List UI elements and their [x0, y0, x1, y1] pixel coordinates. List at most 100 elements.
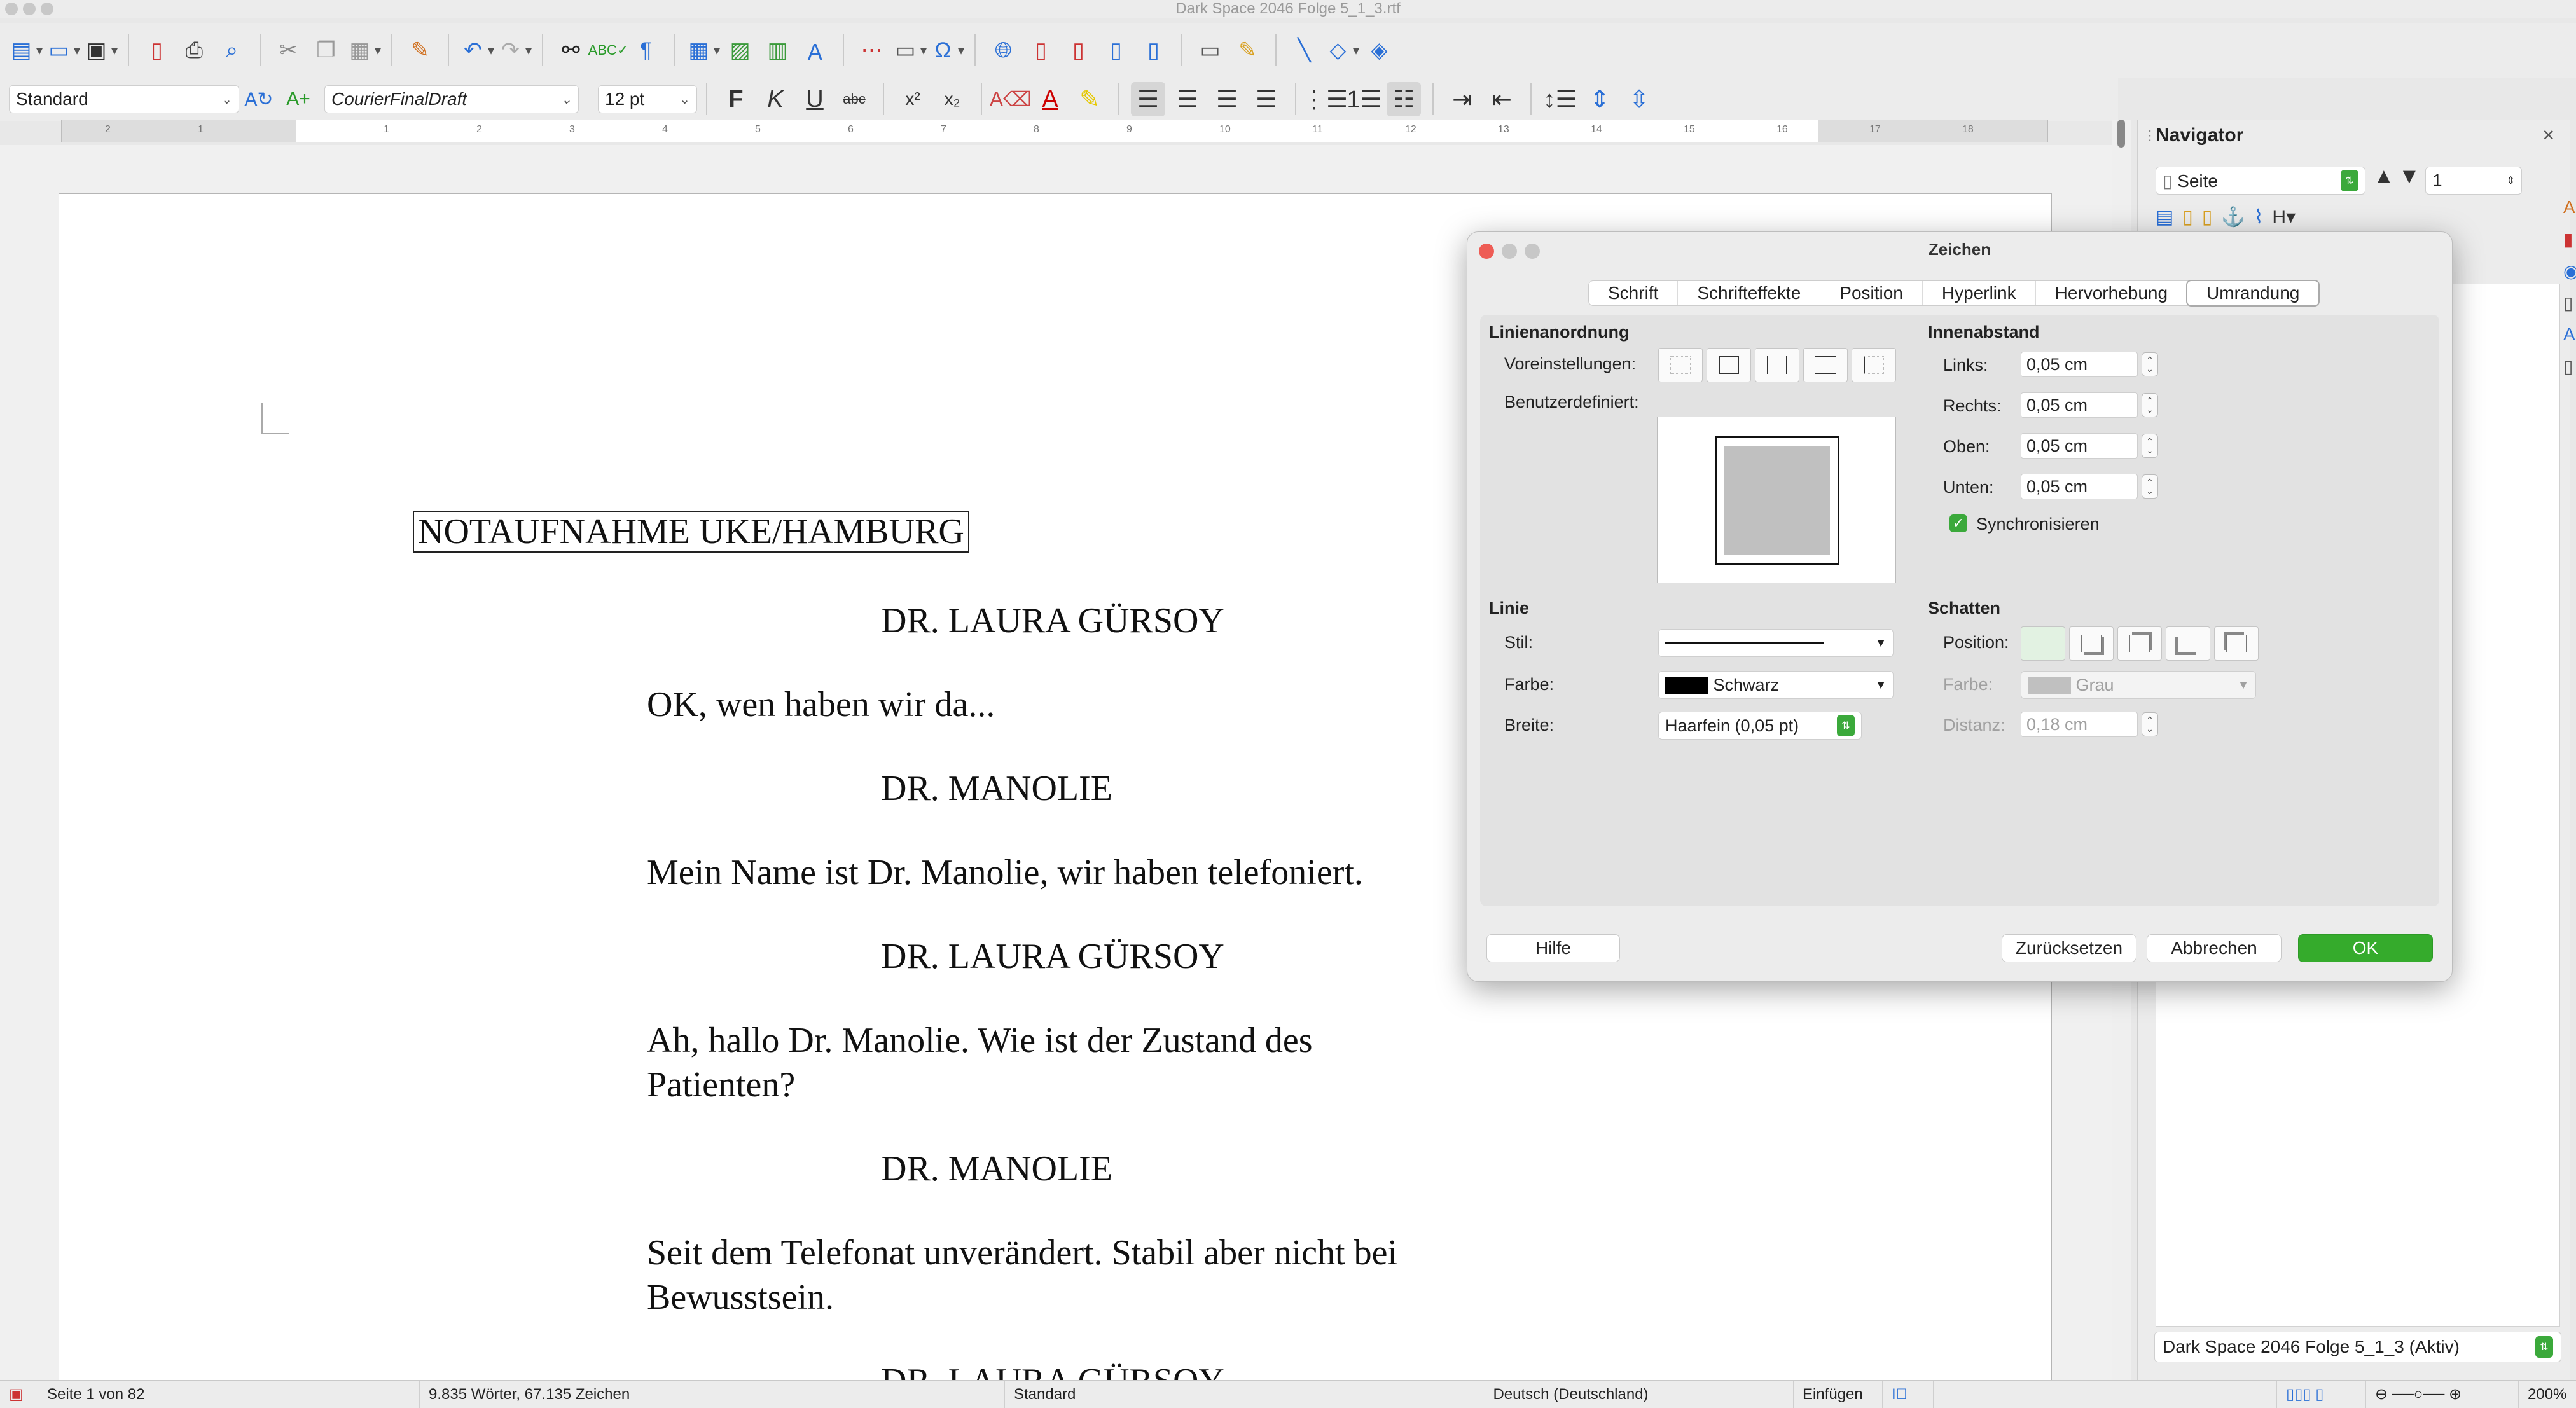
- page-count[interactable]: Seite 1 von 82: [38, 1380, 420, 1408]
- document-select[interactable]: Dark Space 2046 Folge 5_1_3 (Aktiv) ⇅: [2154, 1332, 2561, 1362]
- help-button[interactable]: Hilfe: [1486, 934, 1620, 962]
- word-count[interactable]: 9.835 Wörter, 67.135 Zeichen: [420, 1380, 1005, 1408]
- font-color-button[interactable]: A: [1033, 82, 1067, 116]
- insert-mode[interactable]: Einfügen: [1794, 1380, 1883, 1408]
- undo-button[interactable]: ↶: [459, 31, 494, 70]
- tab-umrandung[interactable]: Umrandung: [2186, 280, 2320, 307]
- underline-button[interactable]: U: [798, 82, 832, 116]
- padding-left-field[interactable]: 0,05 cm: [2021, 352, 2138, 377]
- draw-functions-button[interactable]: ◈: [1362, 31, 1397, 70]
- insert-footnote-button[interactable]: ▯: [1023, 31, 1058, 70]
- language[interactable]: Deutsch (Deutschland): [1348, 1380, 1794, 1408]
- shadow-top-left[interactable]: [2214, 626, 2259, 661]
- cancel-button[interactable]: Abbrechen: [2147, 934, 2282, 962]
- increase-paragraph-spacing-button[interactable]: ⇕: [1582, 82, 1617, 116]
- shadow-none[interactable]: [2021, 626, 2065, 661]
- paste-button[interactable]: ▦: [346, 31, 381, 70]
- subscript-button[interactable]: x₂: [935, 82, 969, 116]
- stepper-icon[interactable]: ⌃ ⌄: [2142, 393, 2158, 417]
- tab-schrifteffekte[interactable]: Schrifteffekte: [1678, 281, 1821, 305]
- shadow-color-select[interactable]: Grau ▼: [2021, 671, 2256, 699]
- page-icon[interactable]: ▮: [2563, 229, 2576, 261]
- highlight-button[interactable]: ✎: [1072, 82, 1107, 116]
- character-name[interactable]: DR. LAURA GÜRSOY: [881, 598, 1224, 643]
- font-size-select[interactable]: 12 pt ⌄: [598, 85, 697, 113]
- shadow-distance-field[interactable]: 0,18 cm: [2021, 712, 2138, 737]
- line-color-select[interactable]: Schwarz ▼: [1658, 671, 1894, 699]
- border-preview[interactable]: [1657, 417, 1896, 583]
- new-style-button[interactable]: A+: [281, 82, 315, 116]
- shadow-bottom-right[interactable]: [2069, 626, 2114, 661]
- ok-button[interactable]: OK: [2298, 934, 2433, 962]
- italic-button[interactable]: K: [758, 82, 793, 116]
- formatting-marks-button[interactable]: ¶: [628, 31, 663, 70]
- increase-indent-button[interactable]: ⇥: [1445, 82, 1479, 116]
- character-name[interactable]: DR. LAURA GÜRSOY: [881, 934, 1224, 979]
- align-left-button[interactable]: ☰: [1131, 82, 1165, 116]
- superscript-button[interactable]: x²: [896, 82, 930, 116]
- cut-button[interactable]: ✂: [271, 31, 306, 70]
- minimize-window-button[interactable]: [23, 3, 36, 15]
- zoom-slider[interactable]: ⊖ ──○── ⊕: [2366, 1380, 2519, 1408]
- update-style-button[interactable]: A↻: [242, 82, 276, 116]
- bold-button[interactable]: F: [719, 82, 753, 116]
- insert-textbox-button[interactable]: Ａ: [798, 31, 833, 70]
- padding-right-spin[interactable]: 0,05 cm ⌃ ⌄: [2021, 392, 2158, 418]
- basic-shapes-button[interactable]: ◇: [1324, 31, 1359, 70]
- dialogue-line[interactable]: Mein Name ist Dr. Manolie, wir haben tel…: [647, 850, 1499, 895]
- properties-icon[interactable]: A: [2563, 197, 2576, 229]
- insert-line-button[interactable]: ╲: [1287, 31, 1322, 70]
- insert-bookmark-button[interactable]: ▯: [1098, 31, 1133, 70]
- tab-hyperlink[interactable]: Hyperlink: [1923, 281, 2036, 305]
- tab-schrift[interactable]: Schrift: [1589, 281, 1679, 305]
- bullet-list-button[interactable]: ⋮☰: [1302, 82, 1348, 116]
- close-window-button[interactable]: [5, 3, 18, 15]
- insert-page-break-button[interactable]: ⋯: [854, 31, 889, 70]
- dialogue-line[interactable]: Ah, hallo Dr. Manolie. Wie ist der Zusta…: [647, 1018, 1448, 1107]
- insert-hyperlink-button[interactable]: 🌐︎: [986, 31, 1021, 70]
- stepper-icon[interactable]: ⌃ ⌄: [2142, 712, 2158, 736]
- track-changes-button[interactable]: ✎: [1230, 31, 1265, 70]
- insert-endnote-button[interactable]: ▯: [1061, 31, 1096, 70]
- open-button[interactable]: ▭: [45, 31, 80, 70]
- spelling-button[interactable]: ABC✓: [588, 31, 629, 70]
- padding-top-field[interactable]: 0,05 cm: [2021, 433, 2138, 459]
- preset-no-border[interactable]: [1658, 348, 1703, 382]
- zoom-level[interactable]: 200%: [2519, 1381, 2576, 1408]
- copy-button[interactable]: ❐: [308, 31, 343, 70]
- insert-table-button[interactable]: ▦: [685, 31, 720, 70]
- insert-cross-reference-button[interactable]: ▯: [1136, 31, 1171, 70]
- find-replace-button[interactable]: ⚯: [553, 31, 588, 70]
- horizontal-ruler[interactable]: 2 1 1 2 3 4 5 6 7 8 9 10 11 12 13 14 15 …: [61, 120, 2048, 142]
- insert-field-button[interactable]: ▭: [892, 31, 927, 70]
- line-width-select[interactable]: Haarfein (0,05 pt) ⇅: [1658, 712, 1862, 740]
- tab-hervorhebung[interactable]: Hervorhebung: [2036, 281, 2188, 305]
- preset-top-bottom[interactable]: [1803, 348, 1848, 382]
- redo-button[interactable]: ↷: [497, 31, 532, 70]
- decrease-indent-button[interactable]: ⇤: [1485, 82, 1519, 116]
- line-style-select[interactable]: ▼: [1658, 629, 1894, 657]
- clear-formatting-button[interactable]: A⌫: [990, 82, 1032, 116]
- strikethrough-button[interactable]: abc: [837, 82, 871, 116]
- stepper-icon[interactable]: ⌃ ⌄: [2142, 352, 2158, 376]
- dialogue-line[interactable]: Seit dem Telefonat unverändert. Stabil a…: [647, 1231, 1499, 1320]
- manage-changes-icon[interactable]: ▯: [2563, 356, 2576, 388]
- clone-formatting-button[interactable]: ✎: [403, 31, 438, 70]
- gallery-icon[interactable]: ▯: [2563, 293, 2576, 324]
- view-layout-icons[interactable]: ▯▯▯ ▯: [2277, 1380, 2366, 1408]
- stepper-icon[interactable]: ⇕: [2507, 174, 2515, 187]
- toggle-content-icon[interactable]: ▤: [2156, 206, 2173, 228]
- scene-heading[interactable]: NOTAUFNAHME UKE/HAMBURG: [413, 511, 969, 553]
- padding-left-spin[interactable]: 0,05 cm ⌃ ⌄: [2021, 352, 2158, 377]
- export-pdf-button[interactable]: ▯: [139, 31, 174, 70]
- paragraph-style-select[interactable]: Standard ⌄: [9, 85, 239, 113]
- shadow-top-right[interactable]: [2117, 626, 2162, 661]
- close-icon[interactable]: ×: [2542, 123, 2554, 147]
- tab-position[interactable]: Position: [1820, 281, 1923, 305]
- page-number-field[interactable]: 1 ⇕: [2425, 167, 2522, 195]
- save-button[interactable]: ▣: [83, 31, 118, 70]
- preset-left-only[interactable]: [1852, 348, 1896, 382]
- anchor-icon[interactable]: ⚓: [2221, 206, 2245, 228]
- insert-comment-button[interactable]: ▭: [1193, 31, 1228, 70]
- previous-page-button[interactable]: ▲: [2373, 164, 2395, 189]
